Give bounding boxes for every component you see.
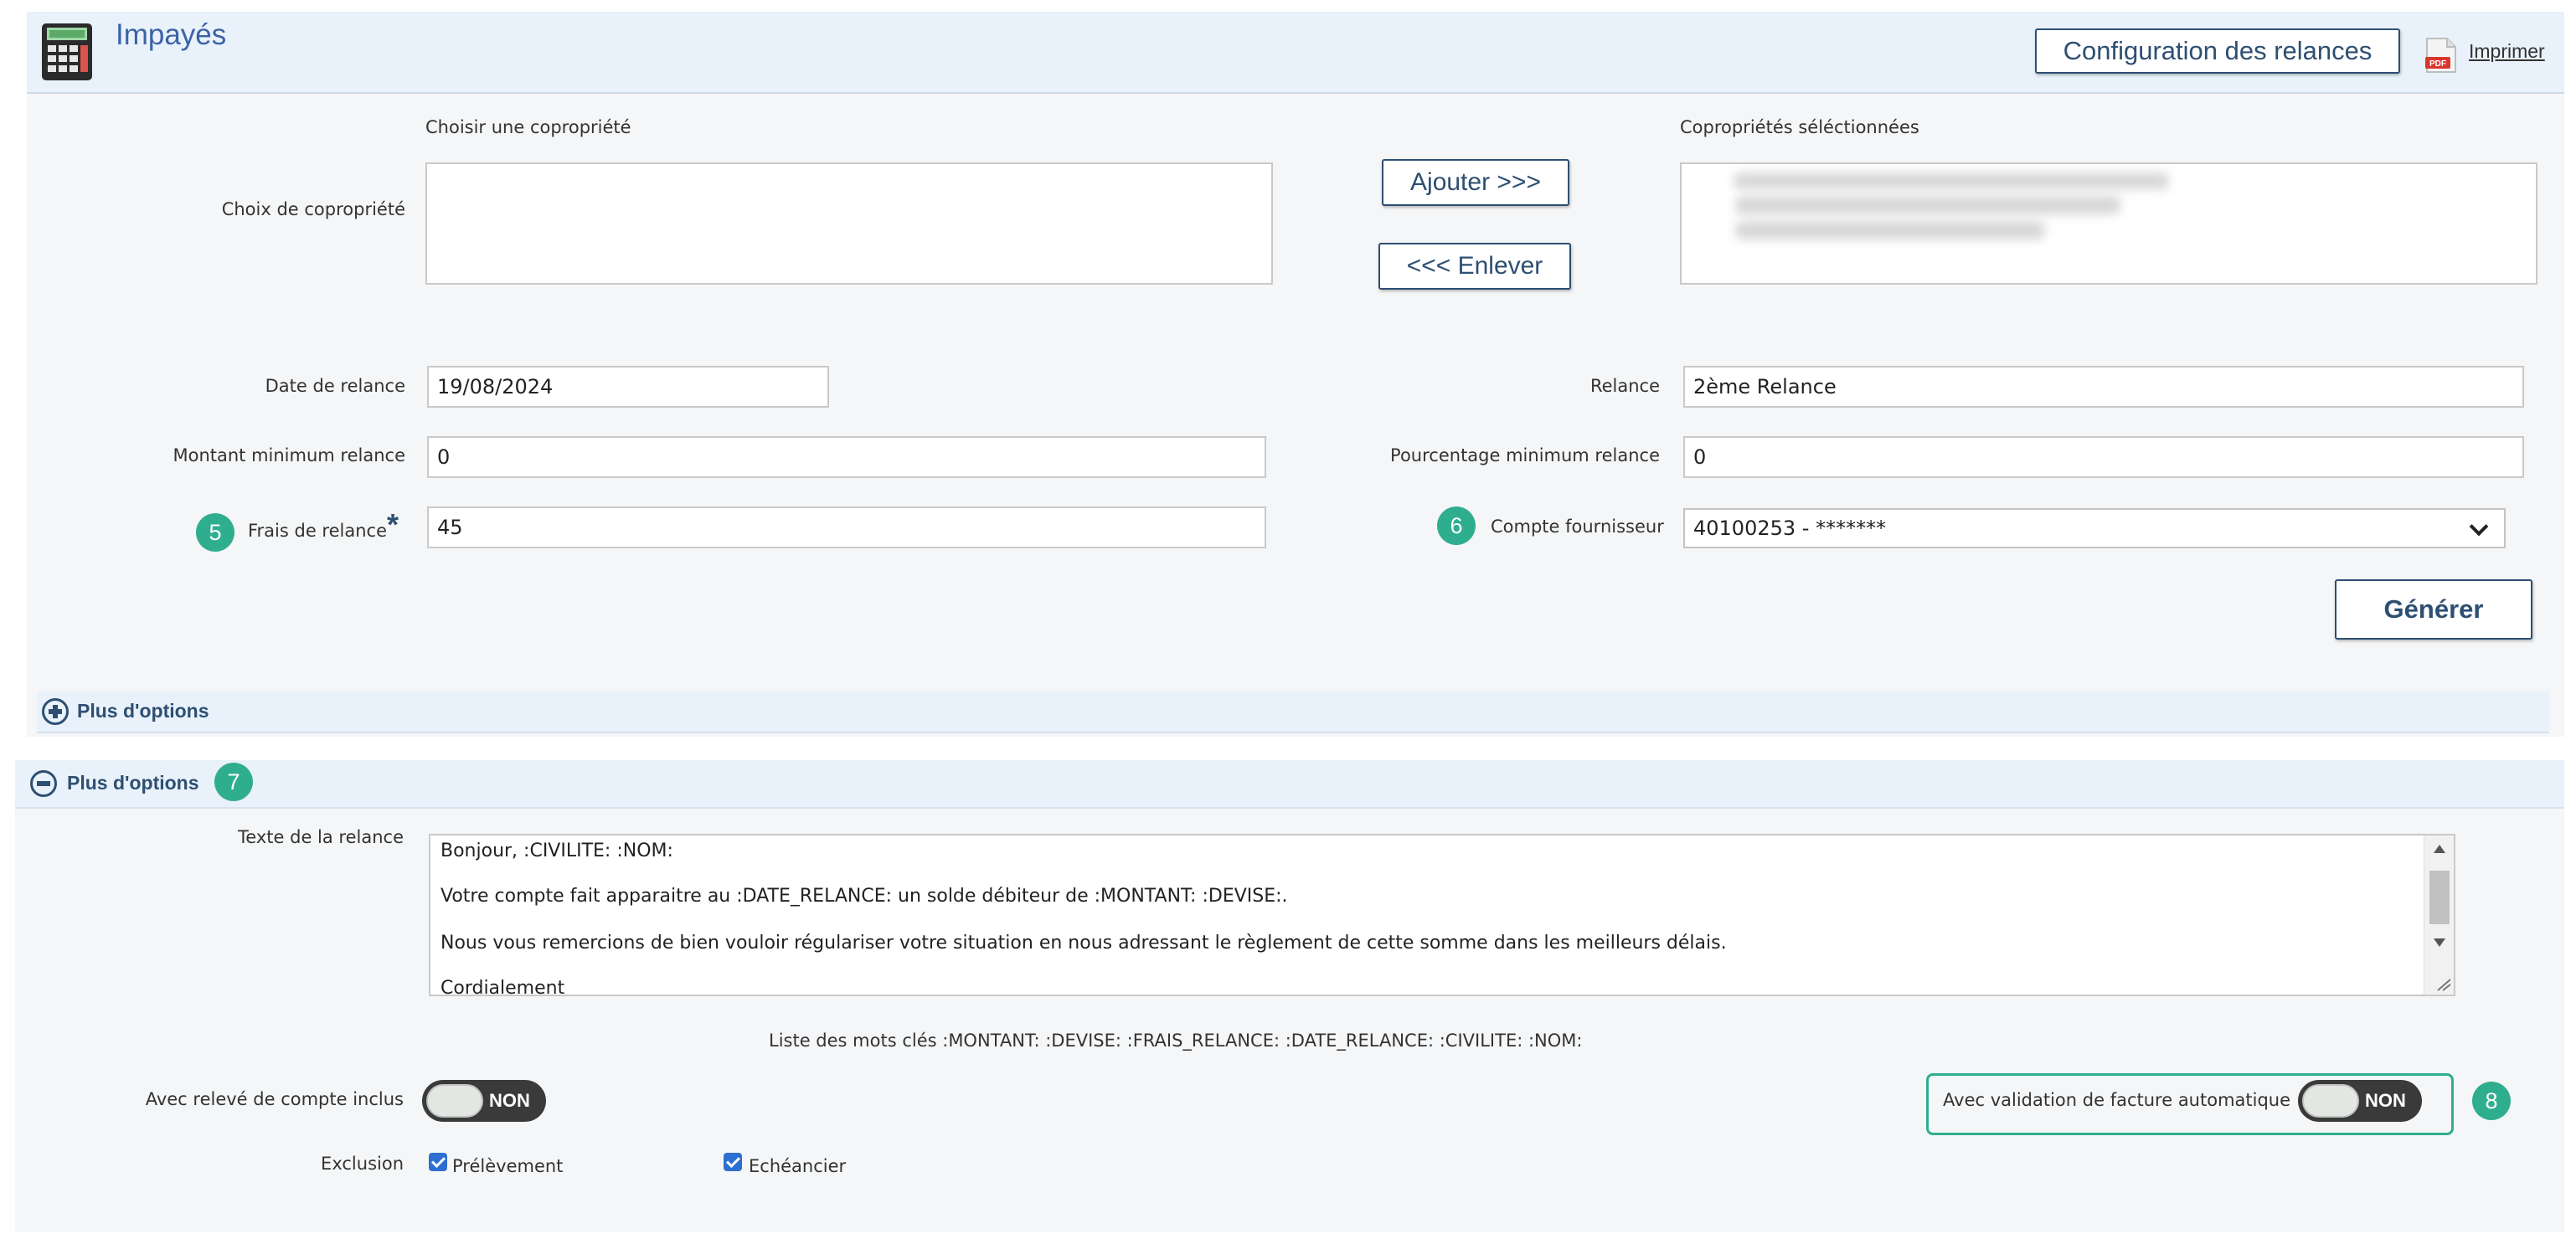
redacted-item bbox=[1734, 172, 2169, 189]
echeancier-label: Echéancier bbox=[749, 1156, 847, 1176]
textarea-scrollbar[interactable] bbox=[2424, 835, 2454, 995]
plus-options-bar-expanded[interactable] bbox=[15, 760, 2564, 809]
step-badge-7: 7 bbox=[214, 763, 253, 801]
prelevement-label: Prélèvement bbox=[452, 1156, 564, 1176]
compte-fournisseur-select[interactable]: 40100253 - ******* bbox=[1683, 508, 2506, 548]
pdf-badge-text: PDF bbox=[2429, 59, 2446, 69]
date-relance-input[interactable]: 19/08/2024 bbox=[427, 366, 829, 408]
required-asterisk: * bbox=[387, 507, 399, 542]
echeancier-checkbox[interactable] bbox=[724, 1153, 742, 1171]
plus-options-link-collapsed[interactable]: Plus d'options bbox=[77, 700, 209, 722]
texte-relance-label: Texte de la relance bbox=[238, 827, 404, 847]
step-badge-6: 6 bbox=[1437, 506, 1476, 545]
resize-grip-icon[interactable] bbox=[2436, 978, 2451, 991]
choose-copro-label: Choisir une copropriété bbox=[425, 117, 631, 137]
generer-button[interactable]: Générer bbox=[2335, 579, 2532, 640]
choix-copro-label: Choix de copropriété bbox=[221, 199, 405, 219]
page-title: Impayés bbox=[116, 18, 227, 51]
compte-fournisseur-value: 40100253 - ******* bbox=[1693, 517, 1887, 540]
texte-relance-textarea[interactable]: Bonjour, :CIVILITE: :NOM: Votre compte f… bbox=[429, 834, 2455, 996]
minus-circle-icon[interactable] bbox=[30, 770, 57, 797]
validation-facture-label: Avec validation de facture automatique bbox=[1943, 1090, 2291, 1110]
plus-circle-icon[interactable] bbox=[42, 698, 69, 725]
frais-relance-label: Frais de relance bbox=[248, 521, 388, 541]
keywords-list: Liste des mots clés :MONTANT: :DEVISE: :… bbox=[769, 1031, 1583, 1051]
textarea-line: Nous vous remercions de bien vouloir rég… bbox=[440, 933, 1727, 954]
compte-fournisseur-label: Compte fournisseur bbox=[1491, 517, 1664, 537]
pdf-icon[interactable]: PDF bbox=[2424, 37, 2457, 74]
scroll-thumb[interactable] bbox=[2429, 871, 2450, 924]
plus-options-bar-collapsed[interactable] bbox=[37, 691, 2549, 733]
validation-facture-toggle[interactable]: NON bbox=[2298, 1080, 2422, 1122]
relance-input[interactable]: 2ème Relance bbox=[1683, 366, 2524, 408]
add-copro-button[interactable]: Ajouter >>> bbox=[1382, 159, 1569, 206]
selected-copro-label: Copropriétés séléctionnées bbox=[1680, 117, 1919, 137]
relance-label: Relance bbox=[1589, 376, 1660, 396]
step-badge-8: 8 bbox=[2472, 1082, 2511, 1120]
pourcentage-minimum-input[interactable]: 0 bbox=[1683, 436, 2524, 478]
toggle-knob bbox=[2302, 1084, 2359, 1118]
pourcentage-minimum-label: Pourcentage minimum relance bbox=[1390, 445, 1660, 465]
releve-compte-label: Avec relevé de compte inclus bbox=[145, 1089, 404, 1109]
toggle-knob bbox=[426, 1084, 483, 1118]
frais-relance-input[interactable]: 45 bbox=[427, 506, 1266, 548]
textarea-line: Bonjour, :CIVILITE: :NOM: bbox=[440, 841, 673, 861]
selected-copro-list[interactable] bbox=[1680, 162, 2537, 285]
available-copro-list[interactable] bbox=[425, 162, 1273, 285]
date-relance-label: Date de relance bbox=[265, 376, 405, 396]
calculator-icon bbox=[42, 23, 92, 80]
scroll-down-icon[interactable] bbox=[2433, 938, 2446, 948]
plus-options-link-expanded[interactable]: Plus d'options bbox=[67, 772, 199, 794]
prelevement-checkbox[interactable] bbox=[429, 1153, 447, 1171]
textarea-line: Votre compte fait apparaitre au :DATE_RE… bbox=[440, 886, 1288, 907]
step-badge-5: 5 bbox=[196, 513, 234, 552]
scroll-up-icon[interactable] bbox=[2433, 844, 2446, 854]
toggle-state: NON bbox=[489, 1090, 530, 1111]
exclusion-label: Exclusion bbox=[321, 1154, 404, 1174]
remove-copro-button[interactable]: <<< Enlever bbox=[1378, 243, 1571, 290]
configuration-relances-button[interactable]: Configuration des relances bbox=[2035, 28, 2400, 74]
toggle-state: NON bbox=[2365, 1090, 2406, 1111]
montant-minimum-input[interactable]: 0 bbox=[427, 436, 1266, 478]
textarea-line: Cordialement bbox=[440, 978, 565, 996]
redacted-item bbox=[1735, 221, 2045, 239]
redacted-item bbox=[1735, 196, 2120, 214]
chevron-down-icon bbox=[2469, 517, 2489, 537]
imprimer-link[interactable]: Imprimer bbox=[2469, 40, 2545, 63]
montant-minimum-label: Montant minimum relance bbox=[173, 445, 405, 465]
releve-compte-toggle[interactable]: NON bbox=[422, 1080, 546, 1122]
